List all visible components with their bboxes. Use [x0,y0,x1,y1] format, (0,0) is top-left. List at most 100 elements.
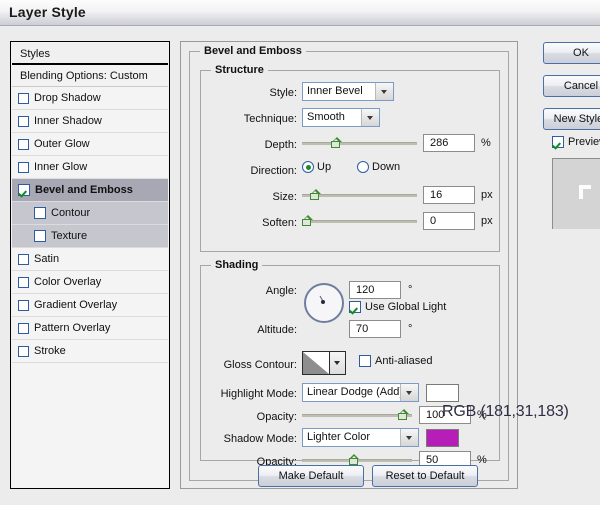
chevron-down-icon[interactable] [361,109,379,126]
checkbox-drop-shadow[interactable] [18,93,29,104]
style-row-gradient-overlay[interactable]: Gradient Overlay [12,294,168,317]
checkbox-contour[interactable] [34,207,46,219]
style-dropdown[interactable]: Inner Bevel [302,82,394,101]
anti-aliased-label: Anti-aliased [375,355,432,367]
checkbox-pattern-overlay[interactable] [18,323,29,334]
chevron-down-icon[interactable] [375,83,393,100]
new-style-button[interactable]: New Style... [543,108,600,130]
shadow-color-swatch[interactable] [426,429,459,447]
blending-options-row[interactable]: Blending Options: Custom [12,65,168,87]
structure-legend: Structure [211,64,268,76]
bevel-and-emboss-legend: Bevel and Emboss [200,45,306,57]
style-row-bevel-and-emboss[interactable]: Bevel and Emboss [12,179,168,202]
checkbox-bevel-and-emboss[interactable] [18,184,30,196]
soften-slider[interactable] [302,214,417,228]
chevron-down-icon[interactable] [400,384,418,401]
checkbox-inner-glow[interactable] [18,162,29,173]
shadow-color-rgb-caption: RGB (181,31,183) [442,403,569,421]
highlight-opacity-thumb[interactable] [398,409,409,421]
direction-radio-down[interactable]: Down [357,161,400,173]
style-row-pattern-overlay[interactable]: Pattern Overlay [12,317,168,340]
highlight-color-swatch[interactable] [426,384,459,402]
altitude-label: Altitude: [201,324,297,336]
shadow-mode-dropdown[interactable]: Lighter Color [302,428,419,447]
style-row-satin[interactable]: Satin [12,248,168,271]
preview-checkbox-row[interactable]: Preview [552,136,600,148]
depth-slider[interactable] [302,136,417,150]
anti-aliased-row[interactable]: Anti-aliased [359,355,432,367]
altitude-input[interactable]: 70 [349,320,401,338]
checkbox-preview[interactable] [552,136,564,148]
style-row-inner-shadow[interactable]: Inner Shadow [12,110,168,133]
style-label-inner-shadow: Inner Shadow [34,110,102,133]
soften-input[interactable]: 0 [423,212,475,230]
style-label: Style: [201,87,297,99]
structure-group: Structure Style: Inner Bevel Technique: … [200,70,500,252]
chevron-down-icon[interactable] [400,429,418,446]
direction-radio-up[interactable]: Up [302,161,331,173]
checkbox-use-global-light[interactable] [349,301,361,313]
checkbox-inner-shadow[interactable] [18,116,29,127]
shading-legend: Shading [211,259,262,271]
cancel-button[interactable]: Cancel [543,75,600,97]
checkbox-color-overlay[interactable] [18,277,29,288]
checkbox-stroke[interactable] [18,346,29,357]
styles-list-inner: Styles Blending Options: Custom Drop Sha… [12,43,168,487]
style-row-color-overlay[interactable]: Color Overlay [12,271,168,294]
size-input[interactable]: 16 [423,186,475,204]
chevron-down-icon[interactable] [330,352,345,374]
highlight-opacity-slider[interactable] [302,408,412,422]
bevel-emboss-panel: Bevel and Emboss Structure Style: Inner … [180,41,518,489]
technique-dropdown[interactable]: Smooth [302,108,380,127]
style-label-outer-glow: Outer Glow [34,133,90,156]
radio-up[interactable] [302,161,314,173]
use-global-light-label: Use Global Light [365,301,446,313]
highlight-mode-value: Linear Dodge (Add) [303,384,400,401]
style-row-stroke[interactable]: Stroke [12,340,168,363]
style-label-inner-glow: Inner Glow [34,156,87,179]
angle-dial[interactable] [304,283,344,323]
reset-to-default-button[interactable]: Reset to Default [372,465,478,487]
size-unit: px [481,189,493,201]
highlight-mode-dropdown[interactable]: Linear Dodge (Add) [302,383,419,402]
gloss-contour-label: Gloss Contour: [201,359,297,371]
checkbox-satin[interactable] [18,254,29,265]
checkbox-outer-glow[interactable] [18,139,29,150]
shading-group: Shading Angle: 120 ° Use Global Light Al… [200,265,500,461]
size-label: Size: [201,191,297,203]
style-label-stroke: Stroke [34,340,66,363]
style-row-outer-glow[interactable]: Outer Glow [12,133,168,156]
soften-unit: px [481,215,493,227]
preview-label: Preview [568,136,600,148]
make-default-button[interactable]: Make Default [258,465,364,487]
technique-dropdown-value: Smooth [303,109,361,126]
ok-button[interactable]: OK [543,42,600,64]
radio-down[interactable] [357,161,369,173]
styles-list-header: Styles [12,43,168,65]
style-row-inner-glow[interactable]: Inner Glow [12,156,168,179]
soften-slider-thumb[interactable] [302,215,313,227]
soften-slider-track [302,220,417,223]
gloss-contour-picker[interactable] [302,351,346,375]
style-row-texture[interactable]: Texture [12,225,168,248]
style-row-drop-shadow[interactable]: Drop Shadow [12,87,168,110]
style-row-contour[interactable]: Contour [12,202,168,225]
angle-label: Angle: [201,285,297,297]
highlight-opacity-track [302,414,412,417]
direction-down-label: Down [372,161,400,173]
size-slider-thumb[interactable] [310,189,321,201]
angle-unit: ° [408,284,412,296]
dialog-titlebar: Layer Style [0,0,600,26]
use-global-light-row[interactable]: Use Global Light [349,301,446,313]
checkbox-gradient-overlay[interactable] [18,300,29,311]
checkbox-anti-aliased[interactable] [359,355,371,367]
depth-input[interactable]: 286 [423,134,475,152]
depth-slider-thumb[interactable] [331,137,342,149]
size-slider[interactable] [302,188,417,202]
angle-input[interactable]: 120 [349,281,401,299]
dialog-title: Layer Style [9,4,86,20]
style-label-drop-shadow: Drop Shadow [34,87,101,110]
depth-slider-track [302,142,417,145]
checkbox-texture[interactable] [34,230,46,242]
style-label-contour: Contour [51,202,90,225]
